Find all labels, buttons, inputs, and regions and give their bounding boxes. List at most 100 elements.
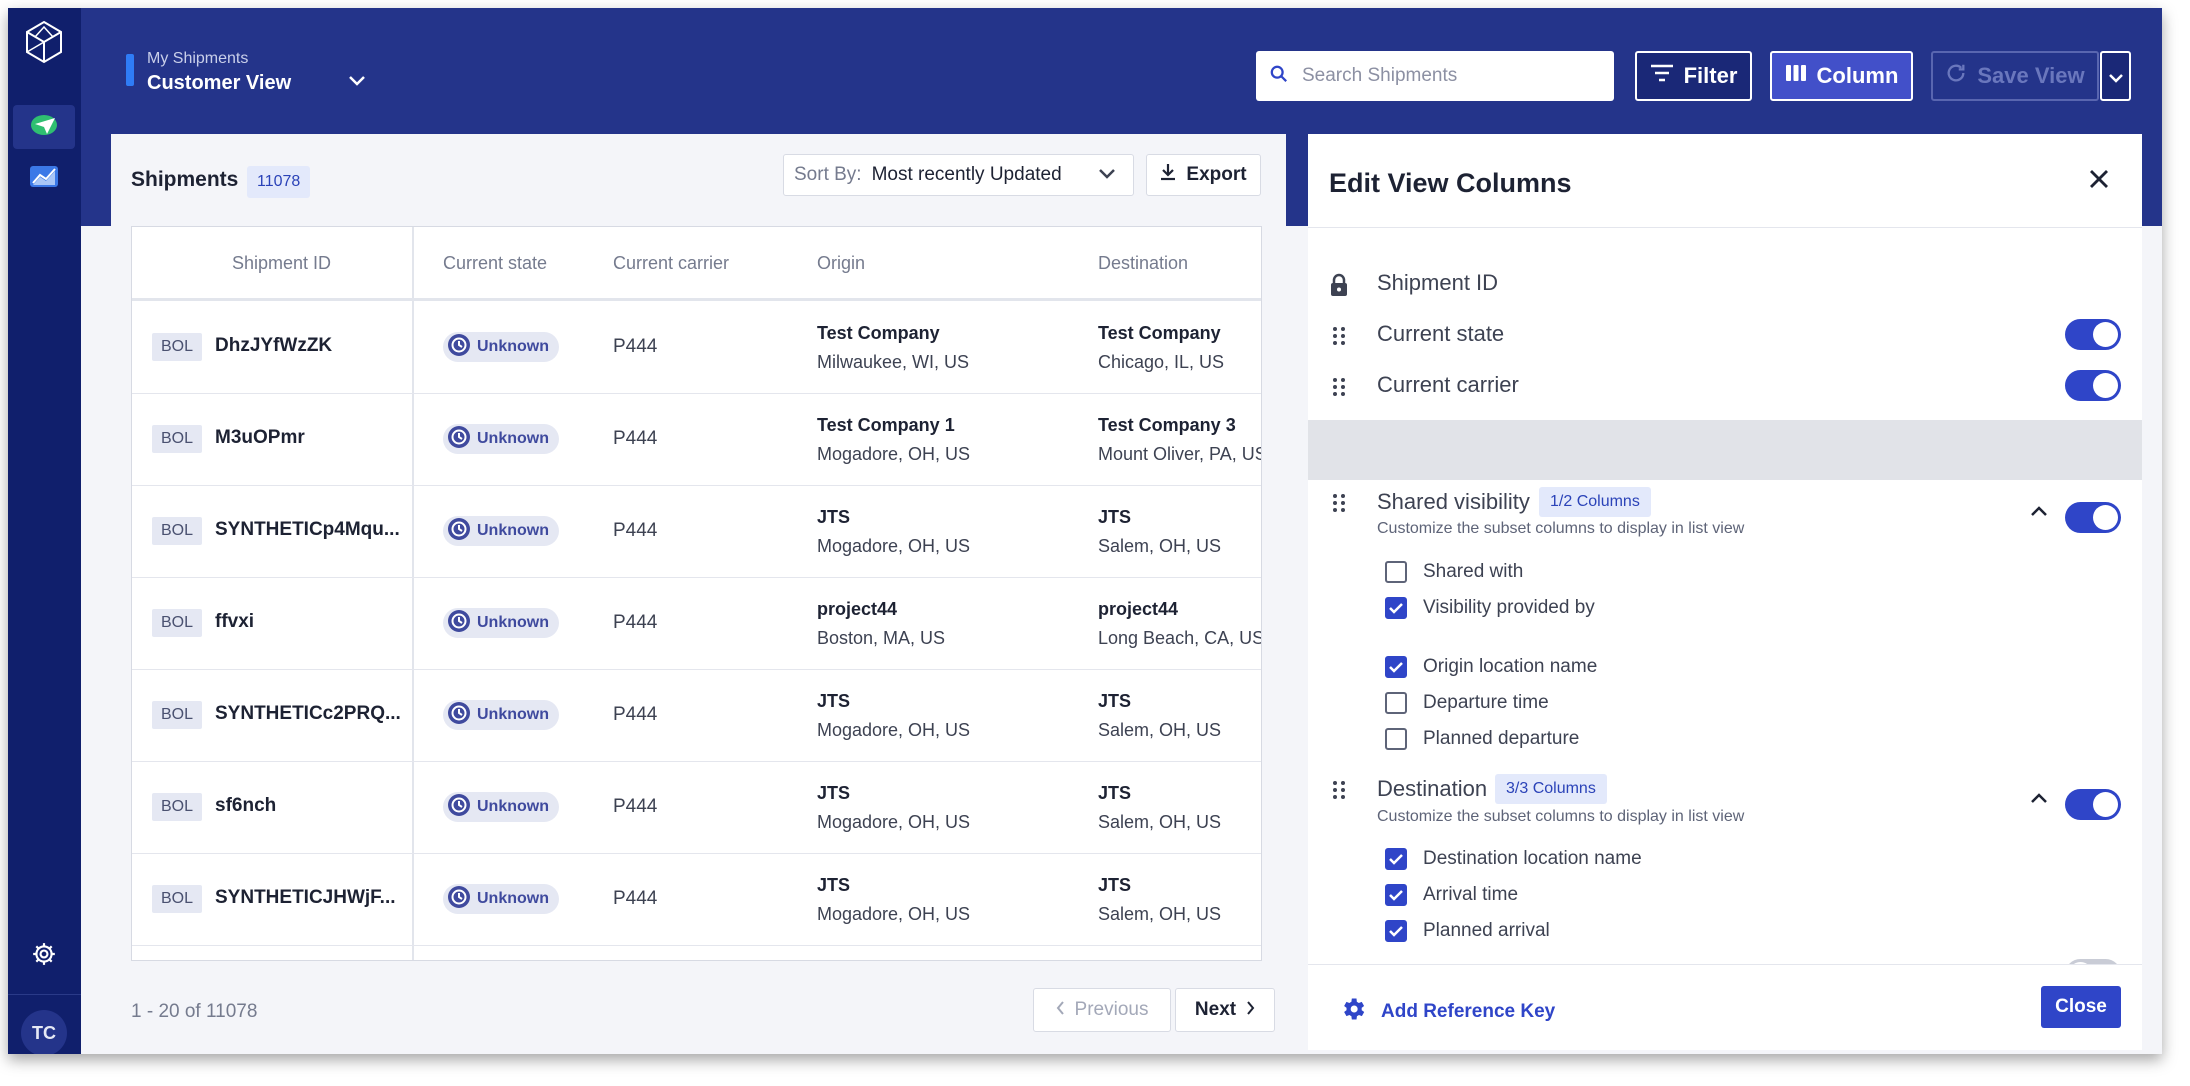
checkbox-box[interactable] bbox=[1385, 848, 1407, 870]
previous-page-button[interactable]: Previous bbox=[1033, 988, 1171, 1032]
origin-cell: Test Company 1 Mogadore, OH, US bbox=[817, 415, 970, 465]
table-row[interactable]: BOL DhzJYfWzZK Unknown P444 Test Company… bbox=[132, 301, 1261, 394]
chevron-up-icon[interactable] bbox=[2031, 504, 2047, 522]
shipment-id[interactable]: sf6nch bbox=[215, 795, 276, 817]
column-row-current-carrier[interactable]: Current carrier bbox=[1308, 361, 2142, 411]
sidebar-item-analytics[interactable] bbox=[13, 156, 75, 200]
status-label: Unknown bbox=[477, 706, 549, 723]
bol-badge: BOL bbox=[152, 793, 202, 821]
shipment-id[interactable]: SYNTHETICc2PRQ... bbox=[215, 703, 401, 725]
origin-city: Milwaukee, WI, US bbox=[817, 352, 970, 372]
destination-cell: project44 Long Beach, CA, US bbox=[1098, 599, 1261, 649]
destination-city: Salem, OH, US bbox=[1098, 812, 1222, 832]
chevron-up-icon[interactable] bbox=[2031, 791, 2047, 809]
drag-handle-icon[interactable] bbox=[1332, 780, 1346, 805]
close-icon[interactable] bbox=[2088, 168, 2110, 195]
shipment-id[interactable]: SYNTHETICJHWjF... bbox=[215, 887, 396, 909]
origin-city: Mogadore, OH, US bbox=[817, 904, 971, 924]
checkbox-origin-location-name[interactable]: Origin location name bbox=[1385, 656, 1597, 678]
bol-badge: BOL bbox=[152, 701, 202, 729]
checkbox-label: Departure time bbox=[1423, 692, 1549, 713]
filter-button-label: Filter bbox=[1683, 63, 1738, 88]
sort-select[interactable]: Sort By: Most recently Updated bbox=[783, 154, 1134, 196]
column-header-current-state[interactable]: Current state bbox=[443, 227, 547, 299]
checkbox-box[interactable] bbox=[1385, 920, 1407, 942]
checkbox-label: Shared with bbox=[1423, 561, 1524, 582]
checkbox-box[interactable] bbox=[1385, 597, 1407, 619]
checkbox-arrival-time[interactable]: Arrival time bbox=[1385, 884, 1518, 906]
checkbox-box[interactable] bbox=[1385, 728, 1407, 750]
table-row[interactable]: BOL ffvxi Unknown P444 project44 Boston, … bbox=[132, 577, 1261, 670]
checkbox-box[interactable] bbox=[1385, 884, 1407, 906]
destination-name: Test Company 3 bbox=[1098, 415, 1236, 435]
filter-icon bbox=[1650, 63, 1674, 89]
group-count-badge: 1/2 Columns bbox=[1539, 487, 1651, 517]
checkbox-label: Origin location name bbox=[1423, 656, 1598, 677]
table-row[interactable]: BOL SYNTHETICp4Mqu... Unknown P444 JTS Mo… bbox=[132, 485, 1261, 578]
chevron-down-icon[interactable] bbox=[348, 74, 366, 92]
add-reference-key-button[interactable]: Add Reference Key bbox=[1339, 995, 1555, 1029]
column-header-shipment-id[interactable]: Shipment ID bbox=[232, 227, 331, 299]
shipments-card: Shipments 11078 Sort By: Most recently U… bbox=[111, 134, 1286, 1049]
filter-button[interactable]: Filter bbox=[1635, 51, 1752, 101]
checkbox-planned-departure[interactable]: Planned departure bbox=[1385, 728, 1579, 750]
add-reference-label: Add Reference Key bbox=[1381, 1001, 1556, 1022]
bol-badge: BOL bbox=[152, 517, 202, 545]
export-button[interactable]: Export bbox=[1146, 154, 1261, 196]
shipment-id[interactable]: DhzJYfWzZK bbox=[215, 335, 332, 357]
sidebar: TC bbox=[8, 8, 81, 1054]
column-label: Shipment ID bbox=[1377, 270, 1499, 295]
toggle-shared-visibility[interactable] bbox=[2065, 502, 2121, 533]
column-header-current-carrier[interactable]: Current carrier bbox=[613, 227, 729, 299]
table-row[interactable]: BOL sf6nch Unknown P444 JTS Mogadore, OH,… bbox=[132, 761, 1261, 854]
drag-handle-icon[interactable] bbox=[1332, 377, 1346, 402]
destination-city: Chicago, IL, US bbox=[1098, 352, 1225, 372]
save-view-button[interactable]: Save View bbox=[1931, 51, 2099, 101]
checkbox-label: Planned arrival bbox=[1423, 920, 1550, 941]
carrier-value: P444 bbox=[613, 704, 658, 725]
user-avatar[interactable]: TC bbox=[21, 1010, 67, 1054]
toggle-current-carrier[interactable] bbox=[2065, 370, 2121, 401]
brand-logo-icon[interactable] bbox=[24, 20, 64, 64]
view-color-bar bbox=[126, 54, 134, 86]
search-box[interactable] bbox=[1256, 51, 1614, 101]
bol-badge: BOL bbox=[152, 425, 202, 453]
chevron-down-icon bbox=[2108, 63, 2123, 89]
origin-name: JTS bbox=[817, 875, 851, 895]
checkbox-shared-with[interactable]: Shared with bbox=[1385, 561, 1523, 583]
checkbox-destination-location-name[interactable]: Destination location name bbox=[1385, 848, 1642, 870]
checkbox-planned-arrival[interactable]: Planned arrival bbox=[1385, 920, 1550, 942]
group-subtitle: Customize the subset columns to display … bbox=[1377, 520, 1745, 537]
column-row-current-state[interactable]: Current state bbox=[1308, 310, 2142, 360]
sidebar-item-shipments[interactable] bbox=[13, 105, 75, 149]
column-header-origin[interactable]: Origin bbox=[817, 227, 865, 299]
search-input[interactable] bbox=[1300, 64, 1594, 88]
shipment-id[interactable]: SYNTHETICp4Mqu... bbox=[215, 519, 400, 541]
toggle-current-state[interactable] bbox=[2065, 319, 2121, 350]
column-button[interactable]: Column bbox=[1770, 51, 1913, 101]
drag-handle-icon[interactable] bbox=[1332, 326, 1346, 351]
column-header-destination[interactable]: Destination bbox=[1098, 227, 1188, 299]
drag-handle-icon[interactable] bbox=[1332, 493, 1346, 518]
checkbox-box[interactable] bbox=[1385, 561, 1407, 583]
table-row[interactable]: BOL SYNTHETICJHWjF... Unknown P444 JTS Mo… bbox=[132, 853, 1261, 946]
checkbox-box[interactable] bbox=[1385, 692, 1407, 714]
table-row[interactable]: BOL SYNTHETICc2PRQ... Unknown P444 JTS Mo… bbox=[132, 669, 1261, 762]
save-view-label: Save View bbox=[1977, 63, 2085, 88]
table-row[interactable]: BOL M3uOPmr Unknown P444 Test Company 1 M… bbox=[132, 393, 1261, 486]
checkbox-departure-time[interactable]: Departure time bbox=[1385, 692, 1549, 714]
edit-view-columns-panel: Edit View Columns Shipment ID Current st… bbox=[1308, 134, 2142, 1050]
settings-gear-icon[interactable] bbox=[24, 934, 64, 974]
shipment-id[interactable]: M3uOPmr bbox=[215, 427, 305, 449]
next-page-button[interactable]: Next bbox=[1175, 988, 1275, 1032]
clock-status-icon bbox=[447, 793, 471, 822]
save-view-dropdown-button[interactable] bbox=[2100, 51, 2131, 101]
status-badge: Unknown bbox=[443, 516, 559, 546]
close-button[interactable]: Close bbox=[2041, 986, 2121, 1028]
clock-status-icon bbox=[447, 701, 471, 730]
shipment-id[interactable]: ffvxi bbox=[215, 611, 254, 633]
checkbox-box[interactable] bbox=[1385, 656, 1407, 678]
search-icon bbox=[1256, 65, 1288, 88]
toggle-destination[interactable] bbox=[2065, 789, 2121, 820]
checkbox-visibility-provided-by[interactable]: Visibility provided by bbox=[1385, 597, 1595, 619]
